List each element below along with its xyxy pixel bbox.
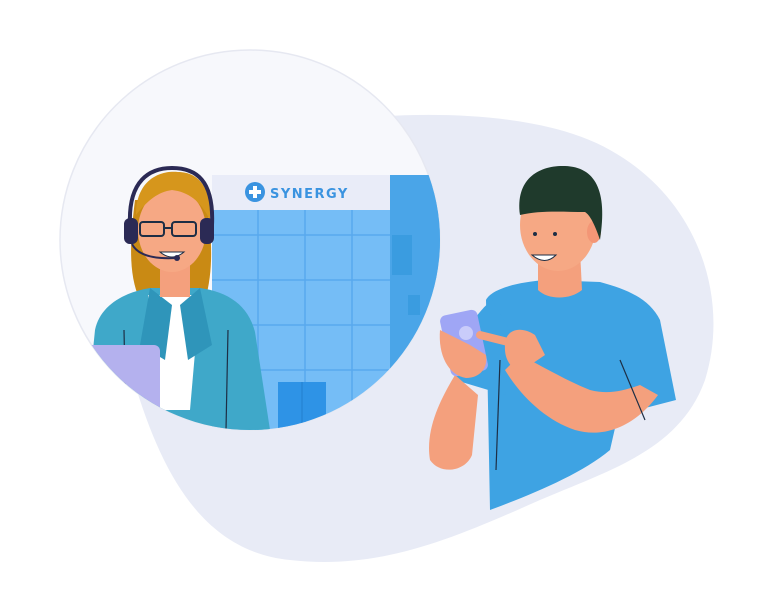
building-sign: SYNERGY — [212, 175, 390, 210]
support-illustration: SYNERGY — [59, 49, 714, 562]
building-sign-label: SYNERGY — [270, 187, 349, 202]
medical-cross-icon — [245, 182, 265, 202]
